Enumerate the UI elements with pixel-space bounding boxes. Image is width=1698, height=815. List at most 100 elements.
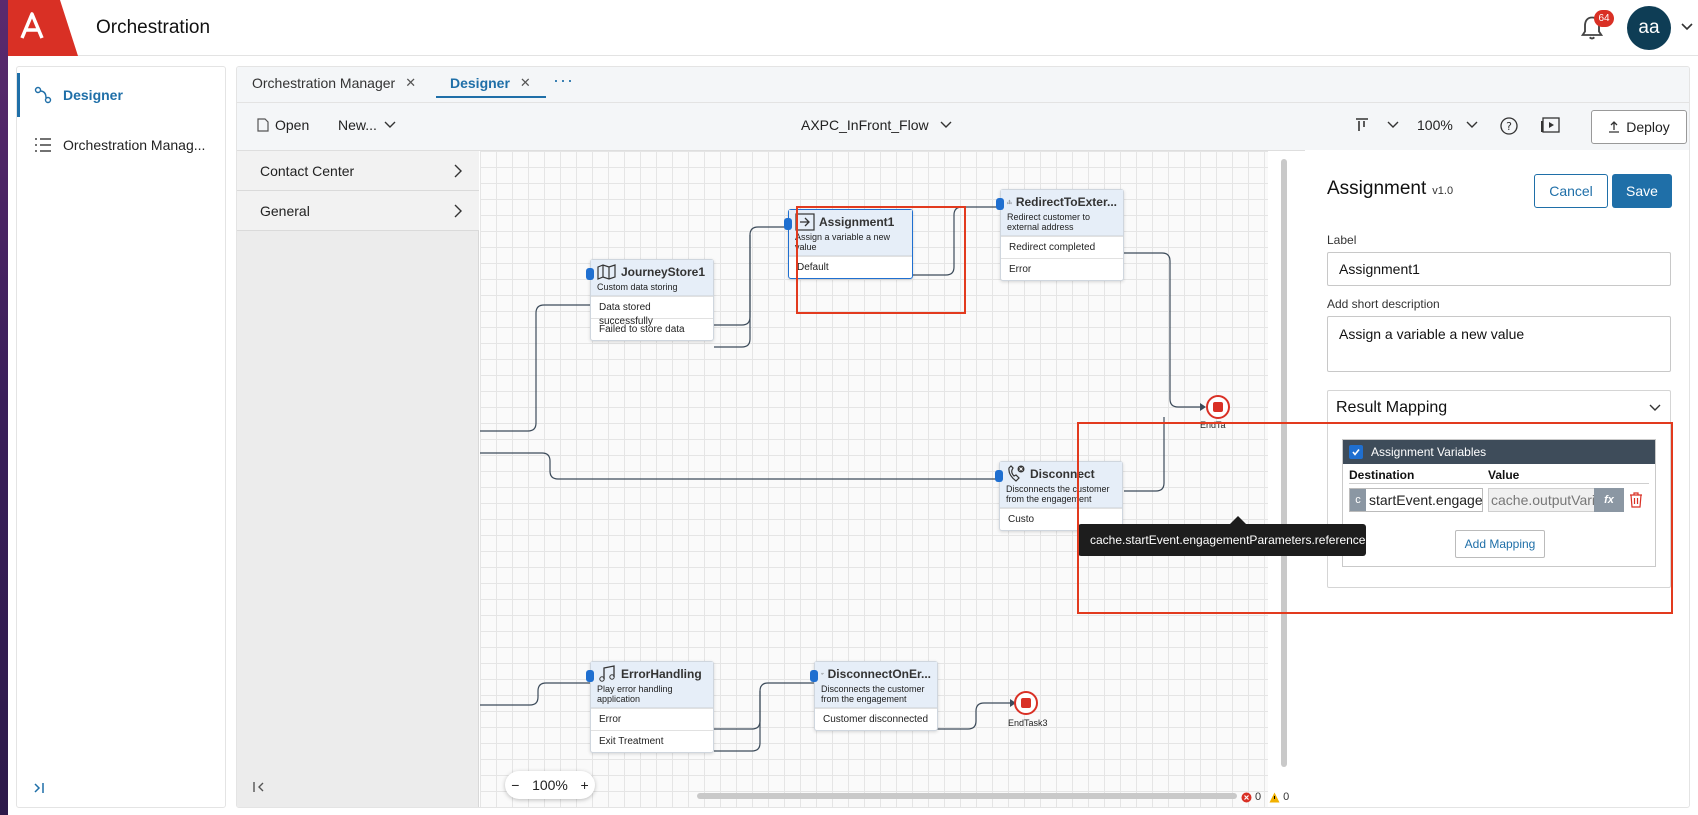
align-button[interactable] xyxy=(1354,117,1400,133)
result-mapping-section: Result Mapping Assignment Variables Dest… xyxy=(1327,390,1671,588)
brand-logo-icon xyxy=(8,0,78,56)
node-disconnect[interactable]: Disconnect Disconnects the customer from… xyxy=(995,461,1123,531)
node-header: DisconnectOnEr... Disconnects the custom… xyxy=(815,662,937,708)
node-header: Disconnect Disconnects the customer from… xyxy=(1000,462,1122,508)
error-icon xyxy=(1241,792,1252,802)
node-output[interactable]: Exit Treatment xyxy=(591,730,713,752)
desktop-edge xyxy=(0,0,8,815)
close-icon[interactable]: ✕ xyxy=(520,75,531,91)
value-column-header: Value xyxy=(1488,468,1520,482)
zoom-in-icon[interactable]: + xyxy=(580,777,588,793)
trash-icon[interactable] xyxy=(1629,492,1643,508)
zoom-select[interactable]: 100% xyxy=(1417,117,1479,133)
open-button[interactable]: Open xyxy=(257,117,309,133)
more-icon[interactable]: ··· xyxy=(553,70,574,91)
preview-icon[interactable] xyxy=(1539,116,1561,136)
input-port[interactable] xyxy=(996,198,1004,210)
node-errorhandling[interactable]: ErrorHandling Play error handling applic… xyxy=(586,661,714,753)
context-button[interactable]: c xyxy=(1350,489,1366,511)
toolbar: Open New... AXPC_InFront_Flow 100% ? Dep… xyxy=(237,103,1689,151)
warning-icon xyxy=(1269,792,1280,802)
chevron-down-icon xyxy=(940,121,952,128)
app-title: Orchestration xyxy=(96,17,211,38)
add-mapping-button[interactable]: Add Mapping xyxy=(1455,530,1545,558)
close-icon[interactable]: ✕ xyxy=(405,75,416,91)
active-tab-indicator xyxy=(436,96,546,98)
zoom-level: 100% xyxy=(1417,117,1453,133)
validation-status[interactable]: 0 0 xyxy=(1241,791,1289,803)
column-divider xyxy=(1349,483,1649,484)
label-input[interactable]: Assignment1 xyxy=(1327,252,1671,286)
node-title: ErrorHandling xyxy=(597,665,707,683)
help-icon[interactable]: ? xyxy=(1499,116,1519,136)
nav-item-designer[interactable]: Designer xyxy=(17,73,225,117)
node-output[interactable]: Customer disconnected xyxy=(815,708,937,730)
destination-input[interactable]: c startEvent.engage xyxy=(1349,488,1483,512)
assign-arrow-icon xyxy=(795,213,815,231)
error-count-text: 0 xyxy=(1255,791,1262,803)
canvas-zoom-control: − 100% + xyxy=(505,771,595,799)
section-title: Result Mapping xyxy=(1336,399,1448,416)
tab-designer[interactable]: Designer ✕ xyxy=(450,75,531,91)
chevron-down-icon[interactable] xyxy=(1680,20,1694,34)
expand-sidebar-icon[interactable] xyxy=(31,779,49,797)
network-icon xyxy=(1007,199,1012,205)
props-title-text: Assignment xyxy=(1327,178,1427,199)
node-header: JourneyStore1 Custom data storing xyxy=(591,260,713,296)
palette-contact-center[interactable]: Contact Center xyxy=(237,151,479,191)
list-icon xyxy=(35,138,51,152)
deploy-button[interactable]: Deploy xyxy=(1591,110,1687,144)
cancel-button[interactable]: Cancel xyxy=(1534,174,1608,208)
tab-orchestration-manager[interactable]: Orchestration Manager ✕ xyxy=(252,75,416,91)
end-task-node[interactable] xyxy=(1206,395,1230,419)
left-nav: Designer Orchestration Manag... xyxy=(16,66,226,808)
input-port[interactable] xyxy=(586,268,594,280)
warning-count-text: 0 xyxy=(1283,791,1290,803)
node-desc: Disconnects the customer from the engage… xyxy=(821,684,925,704)
open-label: Open xyxy=(275,117,310,133)
fx-button[interactable]: fx xyxy=(1594,488,1624,512)
end-task-label: EndTa xyxy=(1200,420,1226,430)
tab-bar: Orchestration Manager ✕ Designer ✕ ··· xyxy=(237,67,1689,103)
props-title: Assignment v1.0 xyxy=(1327,178,1453,200)
input-port[interactable] xyxy=(810,670,818,682)
palette-label: General xyxy=(260,202,310,219)
node-redirect[interactable]: RedirectToExter... Redirect customer to … xyxy=(996,189,1124,281)
collapse-palette-icon[interactable] xyxy=(251,779,267,795)
node-output[interactable]: Default xyxy=(789,256,912,278)
palette-general[interactable]: General xyxy=(237,191,479,231)
node-palette: Contact Center General xyxy=(237,151,479,807)
input-port[interactable] xyxy=(995,470,1003,482)
end-task3-node[interactable] xyxy=(1014,691,1038,715)
node-output[interactable]: Error xyxy=(1001,258,1123,280)
node-assignment[interactable]: Assignment1 Assign a variable a new valu… xyxy=(784,209,913,279)
value-input[interactable]: cache.outputVaria xyxy=(1488,488,1602,512)
node-title-text: JourneyStore1 xyxy=(621,265,706,279)
chevron-right-icon xyxy=(454,204,462,218)
map-icon xyxy=(597,264,616,280)
new-button[interactable]: New... xyxy=(338,117,397,133)
chevron-right-icon xyxy=(454,164,462,178)
description-input[interactable]: Assign a variable a new value xyxy=(1327,316,1671,372)
input-port[interactable] xyxy=(586,670,594,682)
nav-item-label: Designer xyxy=(63,87,123,103)
node-disconnect-on-error[interactable]: DisconnectOnEr... Disconnects the custom… xyxy=(810,661,938,731)
file-icon xyxy=(257,118,269,132)
chevron-down-icon[interactable] xyxy=(1648,403,1662,413)
node-journeystore[interactable]: JourneyStore1 Custom data storing Data s… xyxy=(586,259,714,341)
zoom-out-icon[interactable]: − xyxy=(511,777,519,793)
error-count: 0 xyxy=(1241,791,1261,803)
node-output[interactable]: Error xyxy=(591,708,713,730)
canvas-horizontal-scrollbar[interactable] xyxy=(697,793,1237,799)
flow-selector[interactable]: AXPC_InFront_Flow xyxy=(801,117,953,133)
canvas-vertical-scrollbar[interactable] xyxy=(1281,159,1287,767)
avatar[interactable]: aa xyxy=(1627,6,1671,50)
node-output[interactable]: Data stored successfully xyxy=(591,296,713,327)
input-port[interactable] xyxy=(784,218,792,230)
select-all-checkbox[interactable] xyxy=(1349,445,1363,459)
flow-canvas[interactable]: JourneyStore1 Custom data storing Data s… xyxy=(480,151,1268,807)
node-output[interactable]: Redirect completed xyxy=(1001,236,1123,258)
save-button[interactable]: Save xyxy=(1612,174,1672,208)
nav-item-orchestration-manager[interactable]: Orchestration Manag... xyxy=(17,123,225,167)
node-title: JourneyStore1 xyxy=(597,263,707,281)
